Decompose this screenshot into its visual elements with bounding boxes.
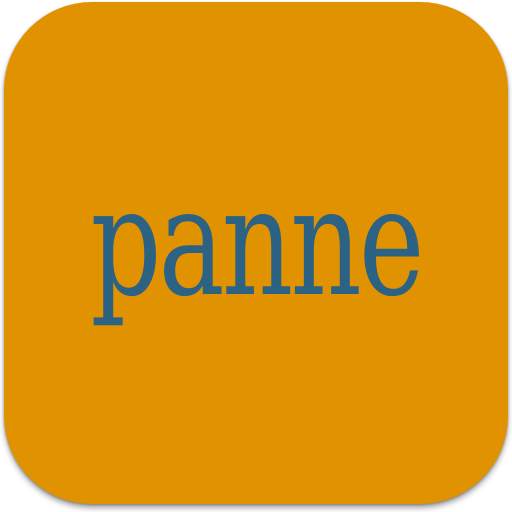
icon-canvas: panne xyxy=(0,0,512,512)
app-icon-label: panne xyxy=(90,156,424,330)
